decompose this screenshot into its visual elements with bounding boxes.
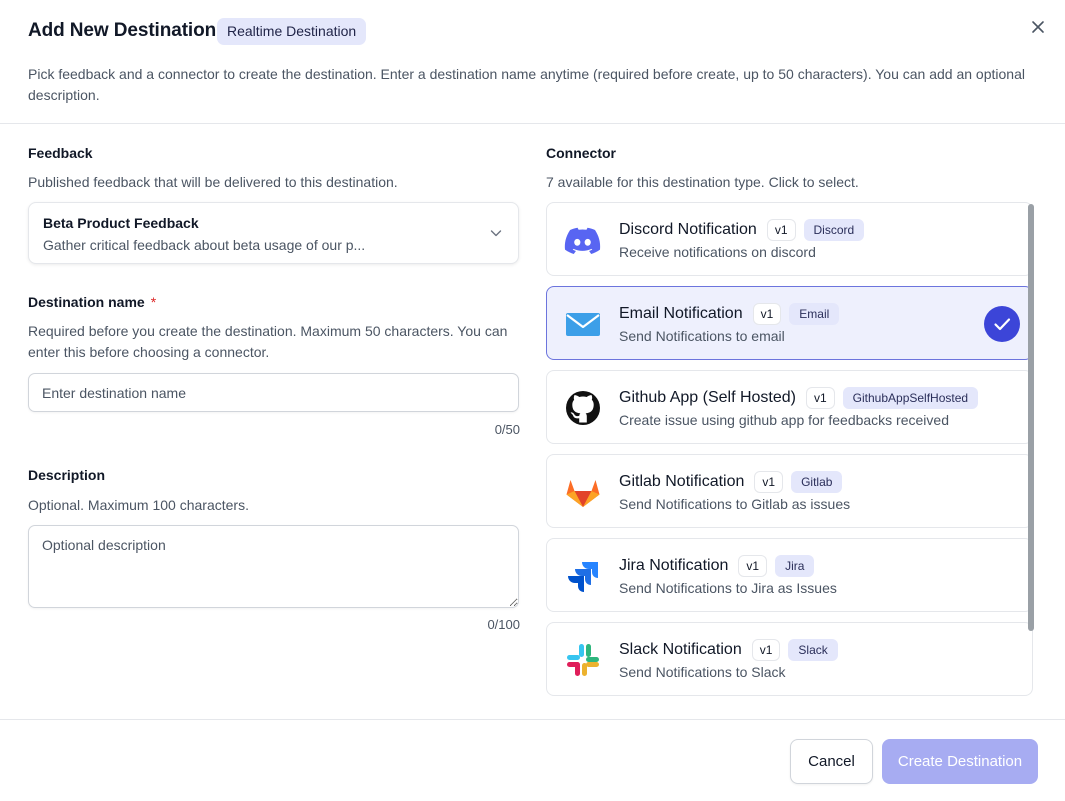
description-help: Optional. Maximum 100 characters. bbox=[28, 497, 249, 513]
close-button[interactable] bbox=[1028, 17, 1048, 37]
dialog-header: Add New Destination Realtime Destination… bbox=[0, 0, 1065, 124]
gitlab-icon bbox=[566, 480, 600, 507]
slack-icon bbox=[567, 644, 599, 676]
connector-meta: Gitlab Notification v1 Gitlab bbox=[619, 471, 843, 493]
version-badge: v1 bbox=[805, 387, 835, 409]
feedback-select[interactable]: Beta Product Feedback Gather critical fe… bbox=[28, 202, 519, 264]
version-badge: v1 bbox=[752, 303, 782, 325]
type-tag: Jira bbox=[775, 555, 815, 577]
connector-card-jira[interactable]: Jira Notification v1 Jira Send Notificat… bbox=[546, 538, 1033, 612]
description-label: Description bbox=[28, 467, 106, 483]
feedback-help: Published feedback that will be delivere… bbox=[28, 174, 398, 190]
destination-name-help: Required before you create the destinati… bbox=[28, 323, 508, 360]
cancel-button[interactable]: Cancel bbox=[790, 739, 873, 784]
description-counter: 0/100 bbox=[487, 617, 520, 632]
destination-name-label: Destination name * bbox=[28, 294, 156, 310]
connector-meta: Email Notification v1 Email bbox=[619, 303, 840, 325]
connector-list-scrollbar[interactable] bbox=[1028, 204, 1034, 631]
version-badge: v1 bbox=[751, 639, 781, 661]
connector-label: Connector bbox=[546, 145, 616, 161]
connector-name: Github App (Self Hosted) bbox=[619, 389, 796, 406]
connector-description: Send Notifications to Slack bbox=[619, 664, 786, 680]
connector-description: Receive notifications on discord bbox=[619, 244, 816, 260]
type-tag: Discord bbox=[803, 219, 865, 241]
connector-card-github[interactable]: Github App (Self Hosted) v1 GithubAppSel… bbox=[546, 370, 1033, 444]
envelope-icon bbox=[566, 313, 600, 336]
connector-card-gitlab[interactable]: Gitlab Notification v1 Gitlab Send Notif… bbox=[546, 454, 1033, 528]
connector-meta: Github App (Self Hosted) v1 GithubAppSel… bbox=[619, 387, 979, 409]
required-marker: * bbox=[150, 294, 157, 310]
connector-name: Gitlab Notification bbox=[619, 473, 745, 490]
connector-description: Send Notifications to Jira as Issues bbox=[619, 580, 837, 596]
type-tag: Gitlab bbox=[791, 471, 843, 493]
connector-name: Jira Notification bbox=[619, 557, 729, 574]
github-icon bbox=[566, 391, 600, 425]
type-tag: GithubAppSelfHosted bbox=[842, 387, 979, 409]
jira-icon bbox=[568, 562, 598, 592]
create-destination-button[interactable]: Create Destination bbox=[882, 739, 1038, 784]
version-badge: v1 bbox=[766, 219, 796, 241]
dialog-description: Pick feedback and a connector to create … bbox=[28, 66, 1025, 103]
connector-card-discord[interactable]: Discord Notification v1 Discord Receive … bbox=[546, 202, 1033, 276]
feedback-selected-name: Beta Product Feedback bbox=[43, 215, 199, 231]
destination-type-badge: Realtime Destination bbox=[217, 18, 367, 45]
chevron-down-icon bbox=[490, 230, 502, 237]
connector-help: 7 available for this destination type. C… bbox=[546, 174, 859, 190]
description-textarea[interactable] bbox=[28, 525, 519, 608]
destination-name-label-text: Destination name bbox=[28, 294, 145, 310]
connector-meta: Discord Notification v1 Discord bbox=[619, 219, 865, 241]
check-icon bbox=[994, 318, 1011, 331]
feedback-selected-description: Gather critical feedback about beta usag… bbox=[43, 237, 366, 253]
connector-card-slack[interactable]: Slack Notification v1 Slack Send Notific… bbox=[546, 622, 1033, 696]
type-tag: Slack bbox=[788, 639, 838, 661]
discord-icon bbox=[564, 227, 601, 254]
connector-list: Discord Notification v1 Discord Receive … bbox=[546, 202, 1033, 696]
connector-description: Create issue using github app for feedba… bbox=[619, 412, 949, 428]
version-badge: v1 bbox=[738, 555, 768, 577]
destination-name-input[interactable] bbox=[28, 373, 519, 412]
type-tag: Email bbox=[789, 303, 840, 325]
connector-name: Discord Notification bbox=[619, 221, 757, 238]
connector-meta: Slack Notification v1 Slack bbox=[619, 639, 838, 661]
feedback-label: Feedback bbox=[28, 145, 93, 161]
connector-description: Send Notifications to Gitlab as issues bbox=[619, 496, 851, 512]
connector-name: Email Notification bbox=[619, 305, 743, 322]
destination-name-counter: 0/50 bbox=[494, 422, 520, 437]
selected-check bbox=[984, 306, 1020, 342]
connector-meta: Jira Notification v1 Jira bbox=[619, 555, 815, 577]
connector-card-email[interactable]: Email Notification v1 Email Send Notific… bbox=[546, 286, 1033, 360]
connector-description: Send Notifications to email bbox=[619, 328, 785, 344]
version-badge: v1 bbox=[754, 471, 784, 493]
close-icon bbox=[1032, 21, 1044, 33]
dialog-title: Add New Destination bbox=[28, 20, 217, 41]
connector-name: Slack Notification bbox=[619, 641, 742, 658]
